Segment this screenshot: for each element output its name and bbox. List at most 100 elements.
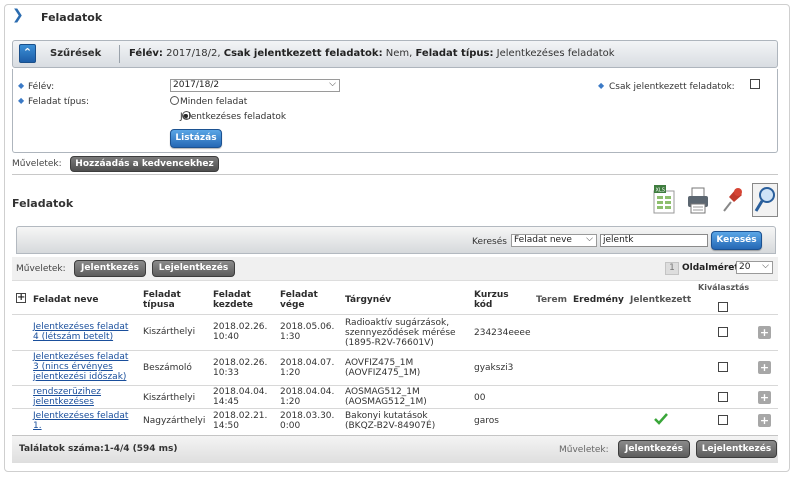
only-registered-checkbox[interactable] — [750, 79, 760, 89]
task-link[interactable]: 3 (nincs érvényes — [33, 362, 113, 372]
list-title: Feladatok — [12, 197, 74, 210]
subject-line: AOVFIZ475_1M — [345, 358, 414, 368]
col-task-type-l1: Feladat — [143, 290, 181, 300]
semester-value: 2017/18/2 — [173, 80, 220, 90]
subject-line: Radioaktív sugárzások, — [345, 318, 450, 328]
row-expand-plus-icon[interactable]: + — [758, 391, 771, 404]
search-input[interactable]: jelentk — [600, 234, 708, 247]
chevron-down-icon: ⌵ — [586, 234, 593, 244]
task-type: Kiszárthelyi — [143, 327, 196, 337]
col-room[interactable]: Terem — [536, 295, 567, 305]
task-link[interactable]: Jelentkezéses feladat — [33, 322, 128, 332]
summary-value: Nem, — [382, 48, 416, 59]
date: 2018.02.26. — [213, 322, 268, 332]
col-task-type[interactable]: Feladat típusa — [143, 290, 181, 310]
col-subject[interactable]: Tárgynév — [345, 295, 391, 305]
row-select-checkbox[interactable] — [718, 362, 728, 372]
col-task-start-l2: kezdete — [213, 300, 254, 310]
col-task-end[interactable]: Feladat vége — [280, 290, 318, 310]
time: 0:00 — [280, 421, 301, 431]
task-link[interactable]: jelentkezéses — [33, 397, 94, 407]
excel-export-icon[interactable]: XLS — [652, 185, 676, 215]
print-icon[interactable] — [686, 185, 710, 215]
time: 10:33 — [213, 368, 239, 378]
search-field-select[interactable]: Feladat neve ⌵ — [511, 234, 597, 247]
time: 14:45 — [213, 397, 239, 407]
list-button[interactable]: Listázás — [170, 129, 222, 148]
collapse-filters-icon[interactable]: ⌃ — [19, 44, 36, 63]
chevron-down-icon: ⌵ — [762, 261, 769, 271]
course-code: 234234eeee — [474, 328, 531, 338]
divider — [12, 350, 778, 351]
unregister-button[interactable]: Lejelentkezés — [152, 260, 235, 277]
divider — [12, 408, 778, 409]
table-row-name[interactable]: Jelentkezéses feladat 4 (létszám betelt) — [33, 322, 128, 342]
subject-line: (BKQZ-B2V-84907É) — [345, 421, 436, 431]
result-count: Találatok száma:1-4/4 (594 ms) — [19, 444, 178, 454]
task-link[interactable]: rendszerüzihez — [33, 387, 101, 397]
date: 2018.05.06. — [280, 322, 335, 332]
task-end: 2018.04.04. 1:20 — [280, 387, 334, 407]
col-select: Kiválasztás — [698, 283, 750, 292]
summary-key: Csak jelentkezett feladatok: — [223, 48, 383, 59]
register-button-footer[interactable]: Jelentkezés — [618, 440, 690, 458]
add-to-favorites-button[interactable]: Hozzáadás a kedvencekhez — [70, 156, 219, 172]
divider — [12, 314, 778, 315]
time: 1:30 — [280, 332, 301, 342]
page-size-value: 20 — [739, 262, 751, 272]
row-select-checkbox[interactable] — [718, 415, 728, 425]
table-row-name[interactable]: rendszerüzihez jelentkezéses — [33, 387, 101, 407]
row-select-checkbox[interactable] — [718, 327, 728, 337]
page-size-select[interactable]: 20 ⌵ — [736, 261, 773, 274]
divider — [12, 174, 778, 175]
row-expand-plus-icon[interactable]: + — [758, 414, 771, 427]
course-code: garos — [474, 416, 499, 426]
radio-all-tasks[interactable] — [170, 96, 179, 105]
task-link[interactable]: Jelentkezéses feladat — [33, 411, 128, 421]
time: 10:40 — [213, 332, 239, 342]
time: 14:50 — [213, 421, 239, 431]
date: 2018.02.21. — [213, 411, 268, 421]
register-button[interactable]: Jelentkezés — [74, 260, 146, 277]
expand-all-icon[interactable]: + — [16, 293, 26, 303]
semester-select[interactable]: 2017/18/2 ⌵ — [170, 79, 340, 92]
subject-name: AOVFIZ475_1M (AOVFIZ475_1M) — [345, 358, 420, 378]
page-number[interactable]: 1 — [665, 262, 679, 275]
task-link[interactable]: 4 (létszám betelt) — [33, 332, 113, 342]
task-start: 2018.04.04. 14:45 — [213, 387, 267, 407]
task-type: Kiszárthelyi — [143, 393, 196, 403]
row-expand-plus-icon[interactable]: + — [758, 326, 771, 339]
diamond-bullet-icon: ◆ — [18, 96, 25, 105]
col-result[interactable]: Eredmény — [573, 295, 624, 305]
table-row-name[interactable]: Jelentkezéses feladat 3 (nincs érvényes … — [33, 352, 128, 382]
col-registered[interactable]: Jelentkezett — [630, 295, 691, 305]
course-code: gyakszi3 — [474, 363, 514, 373]
operations-label: Műveletek: — [12, 159, 62, 169]
col-course[interactable]: Kurzus kód — [474, 290, 509, 310]
time: 1:20 — [280, 368, 301, 378]
task-link[interactable]: Jelentkezéses feladat — [33, 352, 128, 362]
table-row-name[interactable]: Jelentkezéses feladat 1. — [33, 411, 128, 431]
diamond-bullet-icon: ◆ — [598, 81, 605, 90]
search-magnifier-icon[interactable] — [752, 183, 778, 217]
check-mark-icon — [654, 412, 668, 429]
row-select-checkbox[interactable] — [718, 392, 728, 402]
select-all-checkbox[interactable] — [718, 302, 728, 312]
date: 2018.04.07. — [280, 358, 335, 368]
subject-name: Bakonyi kutatások (BKQZ-B2V-84907É) — [345, 411, 435, 431]
summary-value: Jelentkezéses feladatok — [493, 48, 615, 59]
unregister-button-footer[interactable]: Lejelentkezés — [696, 440, 777, 458]
summary-key: Félév: — [129, 48, 163, 59]
date: 2018.04.04. — [280, 387, 335, 397]
task-link[interactable]: jelentkezési időszak) — [33, 372, 126, 382]
col-task-name[interactable]: Feladat neve — [33, 295, 98, 305]
task-start: 2018.02.21. 14:50 — [213, 411, 267, 431]
task-type: Beszámoló — [143, 363, 192, 373]
divider — [12, 385, 778, 386]
task-link[interactable]: 1. — [33, 421, 42, 431]
pin-icon[interactable] — [720, 185, 744, 215]
subject-name: Radioaktív sugárzások, szennyeződések mér… — [345, 318, 456, 348]
row-expand-plus-icon[interactable]: + — [758, 361, 771, 374]
search-button[interactable]: Keresés — [711, 231, 762, 250]
col-task-start[interactable]: Feladat kezdete — [213, 290, 253, 310]
